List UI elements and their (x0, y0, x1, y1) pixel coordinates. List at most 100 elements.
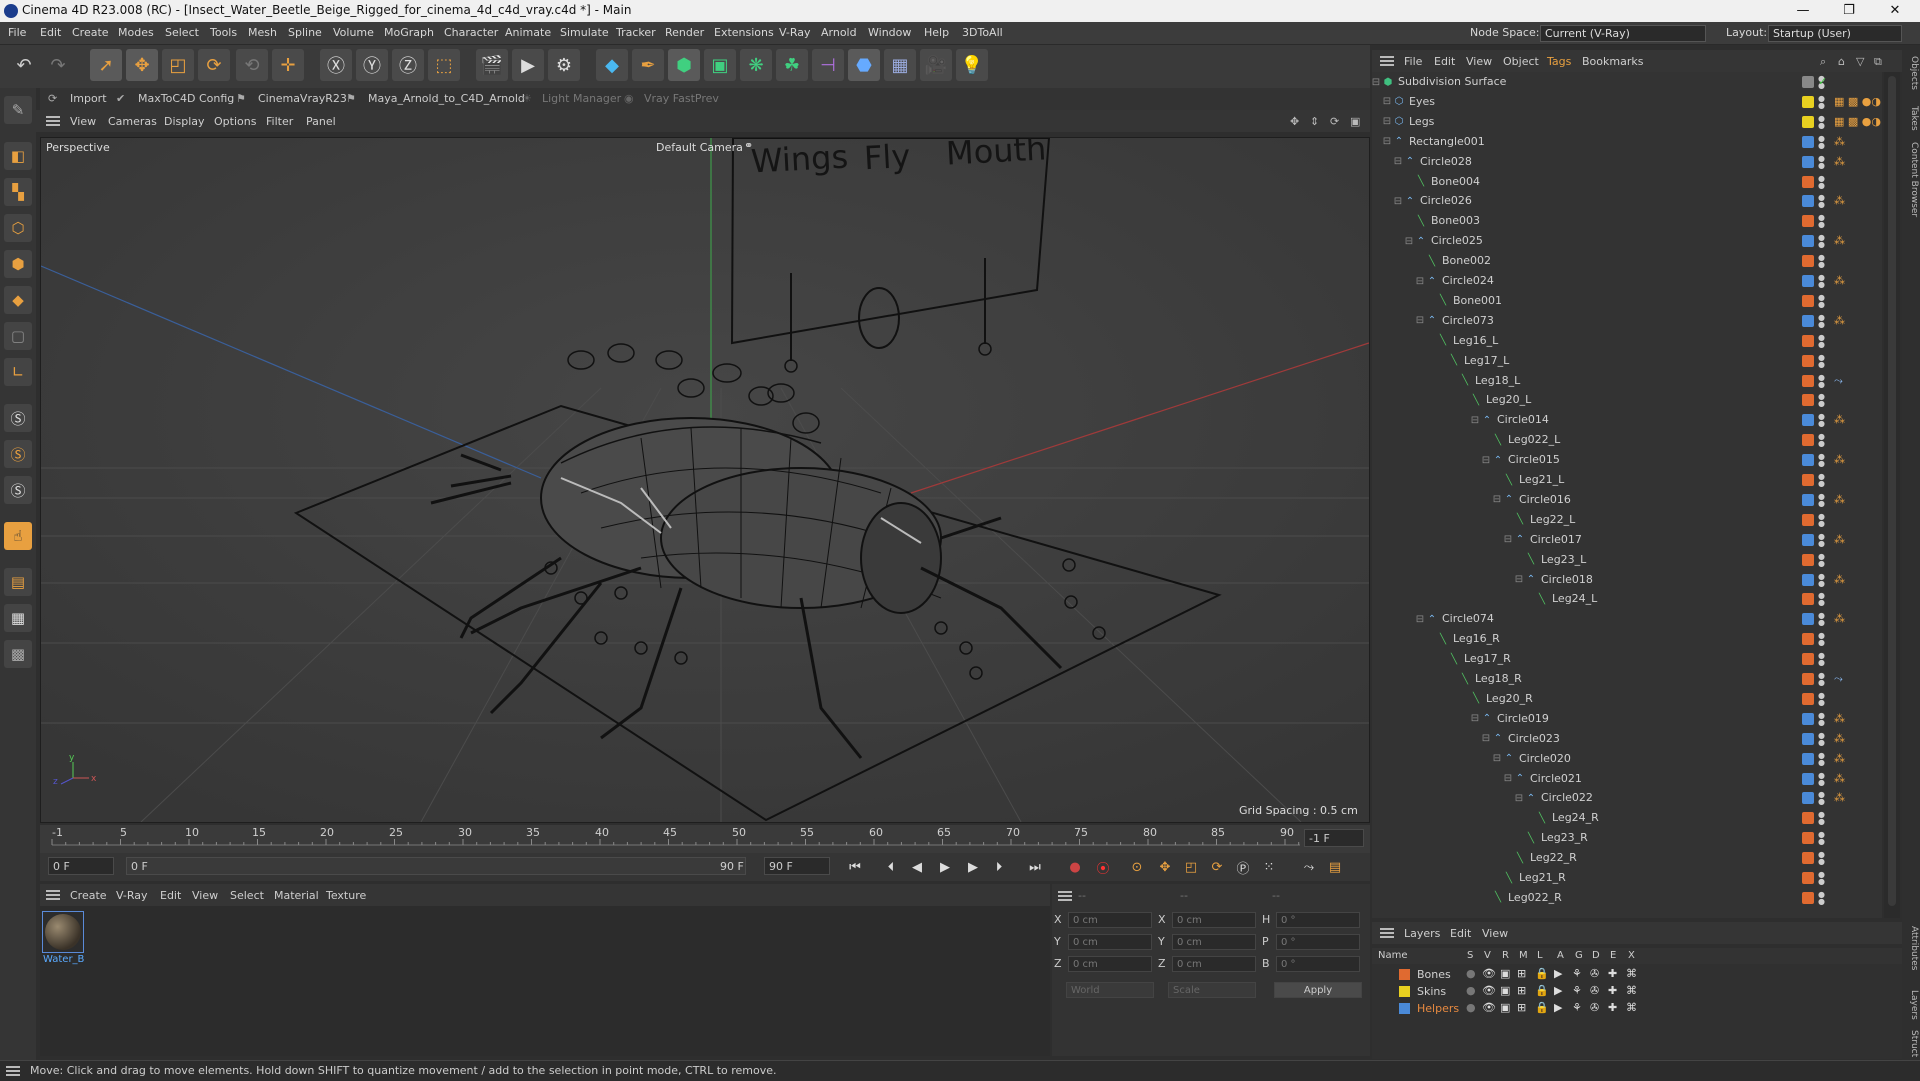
layer-color-swatch[interactable] (1802, 593, 1814, 606)
layer-menu-edit[interactable]: Edit (1450, 927, 1471, 940)
light-icon[interactable]: 💡 (956, 49, 988, 81)
edges-mode-icon[interactable]: ⬢ (4, 250, 32, 278)
rotation-key-icon[interactable]: ⟳ (1206, 857, 1228, 877)
layout-dropdown[interactable]: Startup (User) (1768, 25, 1902, 42)
viewport-rotate-icon[interactable]: ⟳ (1330, 115, 1339, 128)
object-row[interactable]: ╲ Bone003 ● ● (1372, 211, 1882, 231)
visibility-dots-icon[interactable]: ● ● (1818, 492, 1825, 507)
vray-fastprev-button[interactable]: Vray FastPrev (644, 92, 719, 105)
tab-takes[interactable]: Takes (1903, 106, 1919, 131)
expand-toggle-icon[interactable]: ⊟ (1414, 275, 1426, 287)
constraint-tag-icon[interactable]: ⁂ (1834, 194, 1845, 207)
timeline-ruler[interactable]: -1 5 10 15 20 25 30 35 40 45 50 55 60 65… (40, 825, 1370, 853)
goto-start-icon[interactable]: ⏮ (844, 857, 866, 877)
layer-render-icon[interactable]: ▣ (1500, 1001, 1510, 1014)
layer-solo-icon[interactable]: ● (1466, 1001, 1476, 1014)
expand-toggle-icon[interactable] (1458, 394, 1470, 406)
object-row[interactable]: ╲ Leg22_L ● ● (1372, 510, 1882, 530)
object-menu-icon[interactable] (1380, 56, 1394, 66)
expand-toggle-icon[interactable]: ⊟ (1469, 414, 1481, 426)
point-level-key-icon[interactable]: ⁙ (1258, 857, 1280, 877)
expand-toggle-icon[interactable]: ⊟ (1414, 613, 1426, 625)
layer-menu-view[interactable]: View (1482, 927, 1508, 940)
polygons-mode-icon[interactable]: ◆ (4, 286, 32, 314)
object-row[interactable]: ⊟ ⌃ Circle026 ● ● ⁂ (1372, 191, 1882, 211)
material-menu-create[interactable]: Create (70, 889, 107, 902)
viewport-move-icon[interactable]: ✥ (1290, 115, 1299, 128)
layer-color-swatch[interactable] (1802, 474, 1814, 486)
constraint-tag-icon[interactable]: ⁂ (1834, 612, 1845, 625)
subdivision-generator-icon[interactable]: ⬢ (668, 49, 700, 81)
layer-xref-icon[interactable]: ⌘ (1626, 984, 1637, 997)
visibility-dots-icon[interactable]: ● ● (1818, 373, 1825, 388)
menu-character[interactable]: Character (444, 26, 498, 39)
layer-color-swatch[interactable] (1802, 792, 1814, 805)
viewport-menu-view[interactable]: View (70, 115, 96, 128)
texture-mode-icon[interactable]: ▚ (4, 178, 32, 206)
maxtoc4d-config-button[interactable]: MaxToC4D Config (138, 92, 234, 105)
camera-icon[interactable]: 🎥 (920, 49, 952, 81)
material-menu-material[interactable]: Material (274, 889, 319, 902)
visibility-dots-icon[interactable]: ● ● (1818, 114, 1825, 129)
scene-environment-icon[interactable]: ⬣ (848, 49, 880, 81)
visibility-dots-icon[interactable]: ● ● (1818, 154, 1825, 169)
redo-icon[interactable]: ↷ (42, 49, 74, 81)
menu-render[interactable]: Render (665, 26, 704, 39)
workplane-icon[interactable]: ▤ (4, 568, 32, 596)
layer-visible-icon[interactable]: 👁 (1482, 967, 1496, 980)
object-row[interactable]: ⊟ ⌃ Circle025 ● ● ⁂ (1372, 231, 1882, 251)
object-row[interactable]: ╲ Leg21_R ● ● (1372, 868, 1882, 888)
visibility-dots-icon[interactable]: ● ● (1818, 94, 1825, 109)
size-x-field[interactable]: 0 cm (1172, 912, 1256, 928)
constraint-tag-icon[interactable]: ⁂ (1834, 155, 1845, 168)
layer-color-swatch[interactable] (1802, 653, 1814, 666)
expand-toggle-icon[interactable] (1447, 375, 1459, 387)
material-menu-icon[interactable] (46, 890, 60, 900)
light-manager-button[interactable]: Light Manager (542, 92, 621, 105)
expand-toggle-icon[interactable]: ⊟ (1469, 713, 1481, 725)
object-row[interactable]: ╲ Leg20_L ● ● (1372, 390, 1882, 410)
coords-menu-icon[interactable] (1058, 891, 1072, 901)
object-row[interactable]: ⊟ ⌃ Circle015 ● ● ⁂ (1372, 450, 1882, 470)
material-menu-select[interactable]: Select (230, 889, 264, 902)
material-tags-icon[interactable]: ▦ ▩ ●◑ (1834, 115, 1881, 128)
object-row[interactable]: ⊟ ⌃ Circle014 ● ● ⁂ (1372, 410, 1882, 430)
object-row[interactable]: ╲ Bone002 ● ● (1372, 251, 1882, 271)
visibility-dots-icon[interactable]: ● ● (1818, 393, 1825, 408)
goto-end-icon[interactable]: ⏭ (1024, 857, 1046, 877)
coordinate-system-icon[interactable]: ⬚ (428, 49, 460, 81)
layer-lock-icon[interactable]: 🔒 (1535, 967, 1549, 980)
menu-modes[interactable]: Modes (118, 26, 154, 39)
object-row[interactable]: ⊟ ⌃ Circle022 ● ● ⁂ (1372, 788, 1882, 808)
lock-workplane-icon[interactable]: ▩ (4, 640, 32, 668)
layer-color-swatch[interactable] (1802, 553, 1814, 566)
layer-lock-icon[interactable]: 🔒 (1535, 984, 1549, 997)
expand-toggle-icon[interactable] (1480, 434, 1492, 446)
layer-color-swatch[interactable] (1802, 692, 1814, 705)
constraint-tag-icon[interactable]: ⁂ (1834, 453, 1845, 466)
visibility-dots-icon[interactable]: ● ● (1818, 890, 1825, 905)
visibility-dots-icon[interactable]: ● ● (1818, 532, 1825, 547)
tweak-mode-icon[interactable]: ☝ (4, 522, 32, 550)
pos-y-field[interactable]: 0 cm (1068, 934, 1152, 950)
scale-tool-icon[interactable]: ◰ (162, 49, 194, 81)
prev-key-icon[interactable]: ⏴ (880, 857, 902, 877)
pos-z-field[interactable]: 0 cm (1068, 956, 1152, 972)
expand-toggle-icon[interactable]: ⊟ (1381, 96, 1393, 108)
visibility-dots-icon[interactable]: ● ● (1818, 254, 1825, 269)
layer-color-swatch[interactable] (1802, 633, 1814, 646)
layer-color-swatch[interactable] (1802, 414, 1814, 427)
layer-color-swatch[interactable] (1802, 76, 1814, 88)
expand-toggle-icon[interactable] (1524, 812, 1536, 824)
expand-toggle-icon[interactable]: ⊟ (1403, 235, 1415, 247)
floor-icon[interactable]: ▦ (884, 49, 916, 81)
position-key-icon[interactable]: ✥ (1154, 857, 1176, 877)
tab-content-browser[interactable]: Content Browser (1903, 142, 1919, 217)
menu-select[interactable]: Select (165, 26, 199, 39)
object-row[interactable]: ╲ Leg16_R ● ● (1372, 629, 1882, 649)
menu-3dtoall[interactable]: 3DToAll (962, 26, 1003, 39)
object-row[interactable]: ╲ Bone001 ● ● (1372, 291, 1882, 311)
visibility-dots-icon[interactable]: ● ● (1818, 672, 1825, 687)
expand-toggle-icon[interactable]: ⊟ (1513, 574, 1525, 586)
layer-name[interactable]: Helpers (1417, 1002, 1459, 1015)
